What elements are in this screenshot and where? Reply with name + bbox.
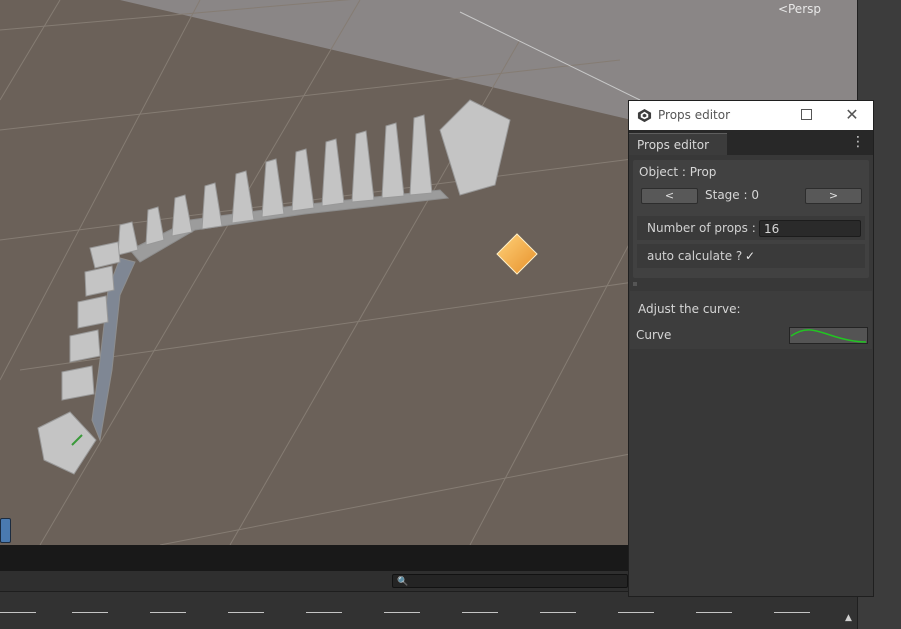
next-stage-button[interactable]: > bbox=[805, 188, 862, 204]
curve-label: Curve bbox=[636, 328, 672, 342]
timeline-dash bbox=[0, 612, 36, 613]
timeline-search-input[interactable]: 🔍 bbox=[392, 574, 628, 588]
app-icon bbox=[637, 108, 652, 123]
left-arrow-icon: < bbox=[777, 2, 788, 16]
prev-stage-button[interactable]: < bbox=[641, 188, 698, 204]
props-editor-window: Props editor ✕ Props editor ⋮ Object : P… bbox=[628, 100, 874, 597]
object-label: Object : Prop bbox=[639, 165, 717, 179]
light-gizmo-icon bbox=[496, 233, 538, 275]
curve-preview-icon bbox=[790, 329, 867, 343]
timeline-dash bbox=[228, 612, 264, 613]
props-count-input[interactable] bbox=[759, 220, 861, 237]
projection-toggle[interactable]: <Persp bbox=[778, 2, 821, 16]
timeline-dash bbox=[618, 612, 654, 613]
window-title-bar[interactable]: Props editor ✕ bbox=[629, 101, 873, 130]
timeline-dash bbox=[384, 612, 420, 613]
timeline-dash bbox=[774, 612, 810, 613]
view-tool-handle[interactable] bbox=[0, 518, 11, 543]
curve-field[interactable] bbox=[789, 327, 868, 344]
close-icon[interactable]: ✕ bbox=[839, 103, 865, 127]
timeline-dash bbox=[696, 612, 732, 613]
object-settings-box: Object : Prop < Stage : 0 > Number of pr… bbox=[633, 160, 869, 278]
auto-calc-label: auto calculate ? bbox=[647, 249, 743, 263]
auto-calc-row: auto calculate ? ✓ bbox=[637, 244, 865, 268]
search-icon: 🔍 bbox=[397, 577, 409, 587]
tab-props-editor[interactable]: Props editor bbox=[629, 133, 727, 155]
section-divider bbox=[633, 282, 637, 286]
curve-section: Adjust the curve: Curve bbox=[630, 291, 872, 349]
scroll-up-arrow-icon[interactable]: ▲ bbox=[845, 613, 852, 623]
minimize-icon[interactable] bbox=[757, 103, 783, 127]
timeline-dash bbox=[462, 612, 498, 613]
prop-blocks bbox=[37, 99, 511, 475]
stage-label: Stage : 0 bbox=[705, 188, 759, 202]
curve-heading: Adjust the curve: bbox=[638, 302, 741, 316]
timeline-dash bbox=[150, 612, 186, 613]
props-count-row: Number of props : bbox=[637, 216, 865, 240]
projection-label: Persp bbox=[788, 2, 821, 16]
timeline-dash bbox=[72, 612, 108, 613]
props-count-label: Number of props : bbox=[647, 221, 756, 235]
auto-calc-checkbox[interactable]: ✓ bbox=[745, 249, 755, 263]
timeline-track[interactable] bbox=[0, 592, 857, 629]
timeline-dash bbox=[306, 612, 342, 613]
more-options-icon[interactable]: ⋮ bbox=[851, 135, 865, 149]
window-tab-bar: Props editor ⋮ bbox=[629, 130, 873, 155]
maximize-icon[interactable] bbox=[793, 105, 819, 127]
timeline-dash bbox=[540, 612, 576, 613]
window-title: Props editor bbox=[658, 108, 731, 122]
prop-chain bbox=[91, 189, 450, 442]
